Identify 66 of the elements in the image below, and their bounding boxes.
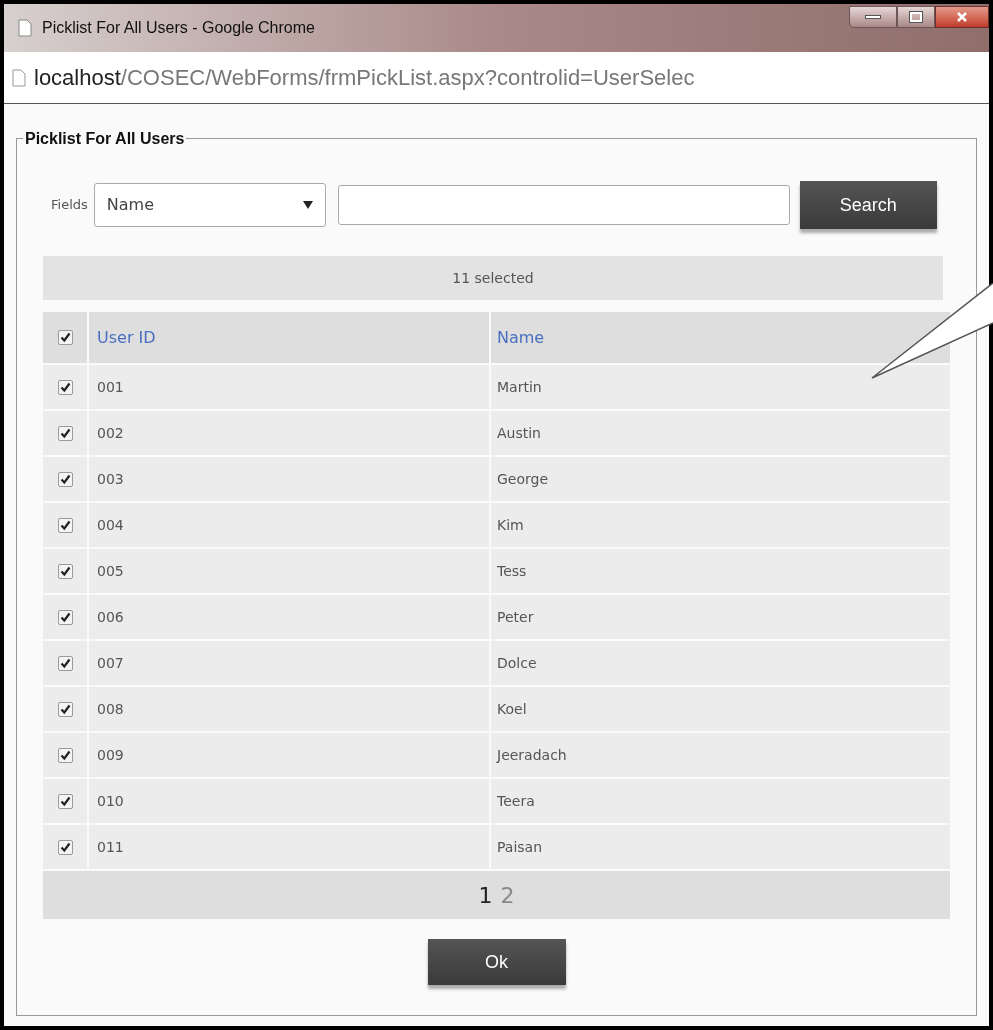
checkmark-icon <box>59 749 71 761</box>
checkmark-icon <box>59 519 71 531</box>
search-button[interactable]: Search <box>799 181 937 229</box>
minimize-button[interactable] <box>849 6 897 28</box>
checkbox[interactable] <box>57 609 73 625</box>
ok-button[interactable]: Ok <box>427 939 566 985</box>
table-cell-text: Tess <box>497 561 527 581</box>
table-cell-text: 009 <box>97 745 124 765</box>
checkbox[interactable] <box>57 425 73 441</box>
page-link[interactable]: 1 <box>478 878 493 912</box>
checkmark-icon <box>59 565 71 577</box>
page-icon <box>12 68 26 87</box>
table-cell-text: Kim <box>497 515 524 535</box>
checkmark-icon <box>59 427 71 439</box>
table-cell-text: George <box>497 469 549 489</box>
selection-count: 11 selected <box>43 256 943 300</box>
checkbox[interactable] <box>57 379 73 395</box>
table-cell-text: 001 <box>97 377 124 397</box>
field-select[interactable]: Name <box>93 183 326 227</box>
address-bar[interactable]: localhost/COSEC/WebForms/frmPickList.aspx?controlid=UserSelec <box>4 52 989 104</box>
table-cell-text: Dolce <box>497 653 537 673</box>
checkmark-icon <box>59 332 71 343</box>
table-cell-text: 003 <box>97 469 124 489</box>
checkbox[interactable] <box>57 793 73 809</box>
checkmark-icon <box>59 381 71 393</box>
checkmark-icon <box>59 795 71 807</box>
column-header[interactable]: User ID <box>97 325 156 350</box>
table-cell-text: 011 <box>97 837 124 857</box>
table-cell-text: 002 <box>97 423 124 443</box>
table-cell-text: Koel <box>497 699 527 719</box>
checkmark-icon <box>59 841 71 853</box>
checkbox[interactable] <box>57 563 73 579</box>
table-cell-text: Austin <box>497 423 541 443</box>
checkbox[interactable] <box>57 839 73 855</box>
dropdown-caret-icon <box>302 201 313 209</box>
table-cell-text: 004 <box>97 515 124 535</box>
url-path: /COSEC/WebForms/frmPickList.aspx?controlid=UserSelec <box>120 64 695 92</box>
checkbox[interactable] <box>57 517 73 533</box>
table-cell-text: 010 <box>97 791 124 811</box>
table-cell-text: Teera <box>497 791 535 811</box>
close-icon <box>956 12 968 22</box>
checkbox[interactable] <box>57 747 73 763</box>
table-cell-text: Peter <box>497 607 534 627</box>
table-cell-text: 006 <box>97 607 124 627</box>
table-cell-text: 007 <box>97 653 124 673</box>
table-cell-text: Martin <box>497 377 542 397</box>
checkmark-icon <box>59 611 71 623</box>
page-icon <box>18 19 32 37</box>
window-title: Picklist For All Users - Google Chrome <box>42 18 315 38</box>
table-cell-text: Paisan <box>497 837 543 857</box>
table-cell-text: 008 <box>97 699 124 719</box>
checkmark-icon <box>59 657 71 669</box>
checkmark-icon <box>59 473 71 485</box>
checkbox[interactable] <box>57 655 73 671</box>
search-field[interactable] <box>337 185 790 225</box>
table-cell-text: 005 <box>97 561 124 581</box>
checkmark-icon <box>59 703 71 715</box>
table-cell-text: Jeeradach <box>497 745 567 765</box>
checkbox[interactable] <box>57 701 73 717</box>
fields-label: Fields <box>51 196 88 215</box>
checkbox[interactable] <box>57 471 73 487</box>
checkbox[interactable] <box>57 330 73 345</box>
url-host: localhost <box>34 64 121 92</box>
close-button[interactable] <box>935 6 989 28</box>
column-header[interactable]: Name <box>497 325 545 350</box>
maximize-button[interactable] <box>897 6 935 28</box>
